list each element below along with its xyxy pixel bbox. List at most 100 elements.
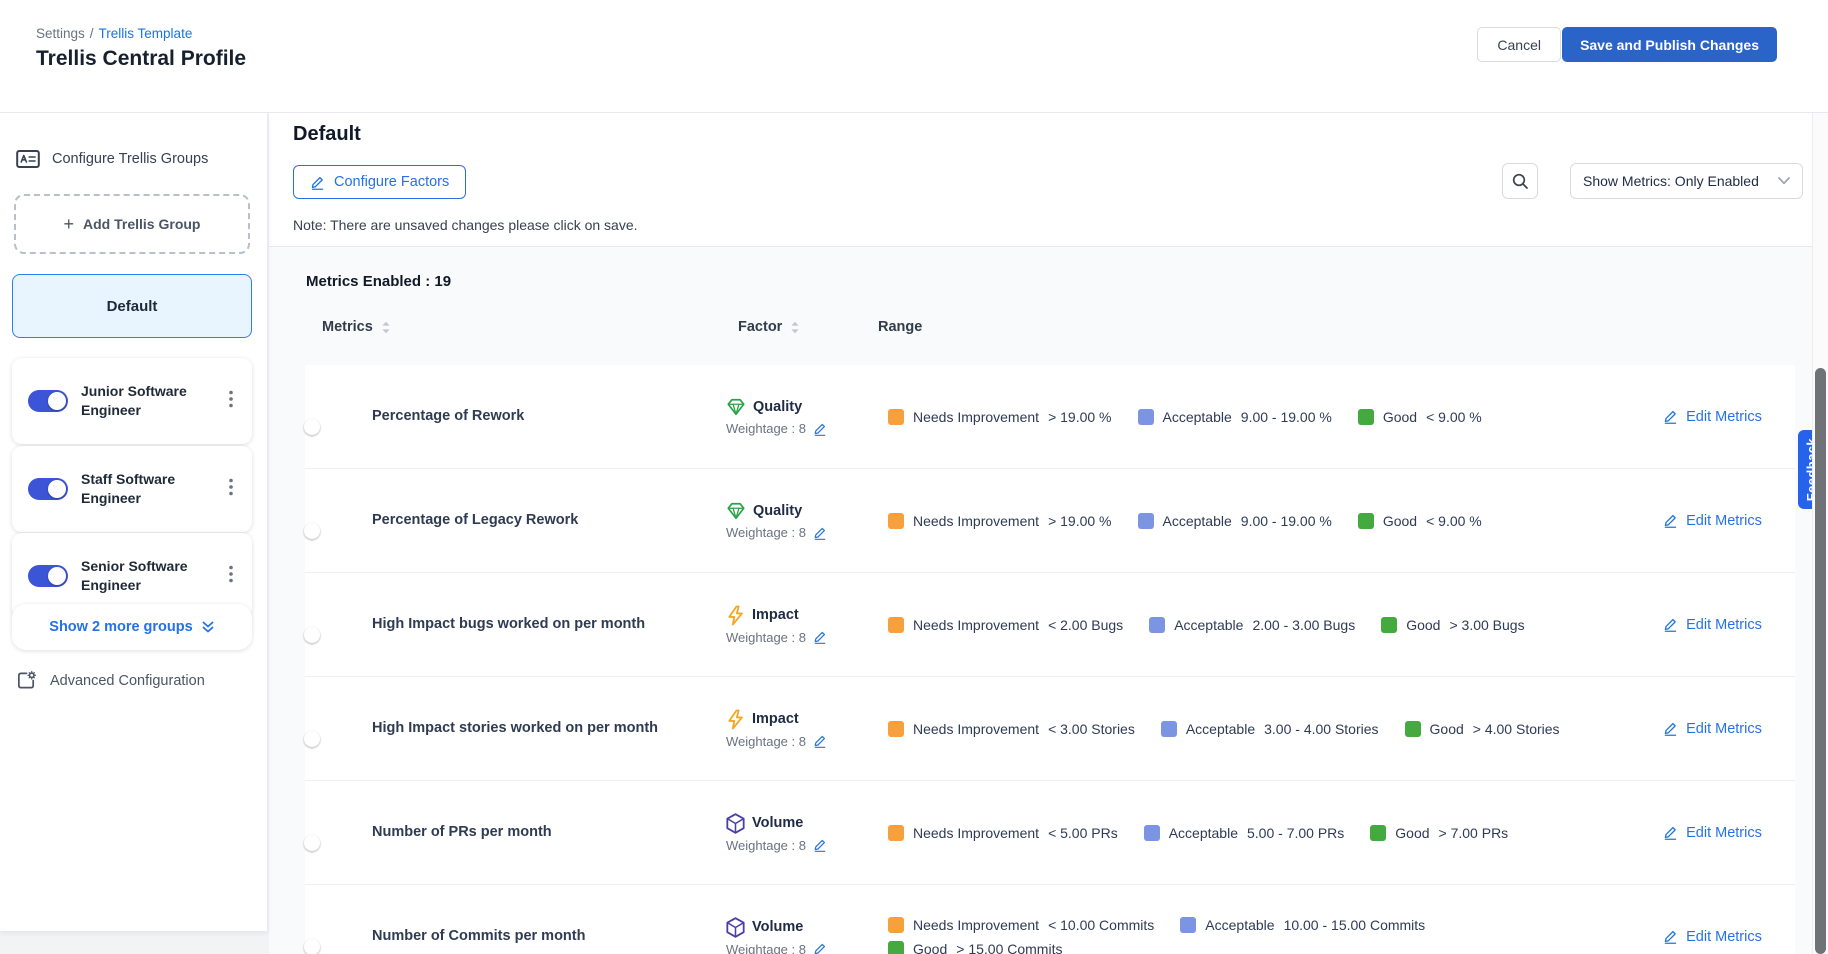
weightage-label: Weightage : 8 bbox=[726, 421, 806, 436]
table-row: Number of Commits per month Volume Weigh… bbox=[305, 885, 1795, 954]
edit-metrics-cell: Edit Metrics bbox=[1630, 929, 1795, 945]
range-level: Acceptable bbox=[1163, 409, 1232, 425]
range-color-swatch bbox=[1381, 617, 1397, 633]
edit-weightage-icon[interactable] bbox=[813, 422, 827, 436]
edit-pencil-icon bbox=[310, 175, 325, 190]
group-toggle[interactable] bbox=[28, 565, 68, 587]
metric-name: High Impact stories worked on per month bbox=[372, 719, 726, 739]
edit-metrics-button[interactable]: Edit Metrics bbox=[1663, 409, 1762, 425]
range-level: Good bbox=[1406, 617, 1440, 633]
factor-name: Impact bbox=[752, 711, 799, 727]
edit-metrics-button[interactable]: Edit Metrics bbox=[1663, 721, 1762, 737]
impact-icon bbox=[726, 605, 745, 626]
edit-metrics-cell: Edit Metrics bbox=[1630, 617, 1795, 633]
range-level: Needs Improvement bbox=[913, 617, 1039, 633]
range-value: < 2.00 Bugs bbox=[1048, 617, 1123, 633]
edit-pencil-icon bbox=[1663, 721, 1678, 736]
range-list: Needs Improvement > 19.00 % Acceptable 9… bbox=[888, 409, 1630, 425]
double-chevron-down-icon bbox=[201, 620, 215, 634]
cancel-button[interactable]: Cancel bbox=[1477, 27, 1561, 62]
metrics-rows: Percentage of Rework Quality Weightage :… bbox=[305, 365, 1795, 954]
add-trellis-group-button[interactable]: + Add Trellis Group bbox=[14, 194, 250, 254]
show-metrics-dropdown-value: Show Metrics: Only Enabled bbox=[1583, 173, 1770, 189]
save-button-label: Save and Publish Changes bbox=[1580, 37, 1759, 53]
edit-metrics-button[interactable]: Edit Metrics bbox=[1663, 617, 1762, 633]
range-color-swatch bbox=[888, 825, 904, 841]
configure-factors-button[interactable]: Configure Factors bbox=[293, 165, 466, 199]
range-value: < 3.00 Stories bbox=[1048, 721, 1135, 737]
sidebar-item-default[interactable]: Default bbox=[12, 274, 252, 338]
range-level: Acceptable bbox=[1205, 917, 1274, 933]
factor-cell: Volume Weightage : 8 bbox=[726, 917, 888, 954]
impact-icon bbox=[726, 709, 745, 730]
table-row: High Impact bugs worked on per month Imp… bbox=[305, 573, 1795, 677]
range-color-swatch bbox=[888, 409, 904, 425]
range-value: < 9.00 % bbox=[1426, 513, 1482, 529]
group-label: Staff Software Engineer bbox=[81, 470, 209, 508]
edit-metrics-cell: Edit Metrics bbox=[1630, 409, 1795, 425]
breadcrumb-separator: / bbox=[90, 26, 94, 41]
range-item: Needs Improvement < 2.00 Bugs bbox=[888, 617, 1123, 633]
range-color-swatch bbox=[1180, 917, 1196, 933]
edit-weightage-icon[interactable] bbox=[813, 838, 827, 852]
range-color-swatch bbox=[1358, 409, 1374, 425]
search-icon bbox=[1511, 172, 1529, 190]
trellis-central-profile-page: Settings/Trellis Template Trellis Centra… bbox=[0, 0, 1828, 954]
save-and-publish-button[interactable]: Save and Publish Changes bbox=[1562, 27, 1777, 62]
range-color-swatch bbox=[1138, 513, 1154, 529]
range-item: Good < 9.00 % bbox=[1358, 513, 1482, 529]
sidebar-item-staff-software-engineer[interactable]: Staff Software Engineer bbox=[12, 446, 252, 532]
edit-weightage-icon[interactable] bbox=[813, 526, 827, 540]
column-header-factor[interactable]: Factor bbox=[738, 319, 800, 335]
kebab-menu-icon[interactable] bbox=[222, 565, 240, 588]
range-color-swatch bbox=[1138, 409, 1154, 425]
group-toggle[interactable] bbox=[28, 390, 68, 412]
cancel-button-label: Cancel bbox=[1497, 37, 1541, 53]
range-item: Needs Improvement < 3.00 Stories bbox=[888, 721, 1135, 737]
default-group-label: Default bbox=[107, 298, 158, 315]
edit-pencil-icon bbox=[1663, 825, 1678, 840]
edit-weightage-icon[interactable] bbox=[813, 942, 827, 954]
configure-factors-label: Configure Factors bbox=[334, 174, 449, 190]
group-toggle[interactable] bbox=[28, 478, 68, 500]
show-more-groups-label: Show 2 more groups bbox=[49, 619, 192, 635]
kebab-menu-icon[interactable] bbox=[222, 478, 240, 501]
sidebar-item-junior-software-engineer[interactable]: Junior Software Engineer bbox=[12, 358, 252, 444]
weightage-label: Weightage : 8 bbox=[726, 630, 806, 645]
show-metrics-dropdown[interactable]: Show Metrics: Only Enabled bbox=[1570, 163, 1803, 199]
range-level: Good bbox=[1430, 721, 1464, 737]
kebab-menu-icon[interactable] bbox=[222, 390, 240, 413]
factor-cell: Impact Weightage : 8 bbox=[726, 709, 888, 749]
range-item: Acceptable 9.00 - 19.00 % bbox=[1138, 409, 1332, 425]
edit-metrics-button[interactable]: Edit Metrics bbox=[1663, 825, 1762, 841]
range-item: Needs Improvement < 10.00 Commits bbox=[888, 917, 1154, 933]
range-item: Needs Improvement > 19.00 % bbox=[888, 513, 1112, 529]
edit-pencil-icon bbox=[1663, 513, 1678, 528]
metric-name: Number of Commits per month bbox=[372, 927, 726, 947]
range-item: Acceptable 10.00 - 15.00 Commits bbox=[1180, 917, 1425, 933]
breadcrumb-trellis-template[interactable]: Trellis Template bbox=[99, 26, 193, 41]
column-header-metrics[interactable]: Metrics bbox=[322, 319, 391, 335]
show-more-groups-button[interactable]: Show 2 more groups bbox=[12, 604, 252, 650]
edit-weightage-icon[interactable] bbox=[813, 734, 827, 748]
id-card-icon bbox=[16, 149, 40, 169]
range-color-swatch bbox=[888, 917, 904, 933]
range-level: Needs Improvement bbox=[913, 825, 1039, 841]
factor-name: Quality bbox=[753, 503, 802, 519]
search-button[interactable] bbox=[1502, 163, 1538, 199]
edit-metrics-button[interactable]: Edit Metrics bbox=[1663, 513, 1762, 529]
edit-weightage-icon[interactable] bbox=[813, 630, 827, 644]
scrollbar-thumb[interactable] bbox=[1815, 368, 1826, 954]
advanced-configuration-button[interactable]: Advanced Configuration bbox=[16, 670, 205, 691]
breadcrumb: Settings / Trellis Template bbox=[36, 26, 192, 41]
sort-icon bbox=[790, 321, 800, 334]
metrics-enabled-count: Metrics Enabled : 19 bbox=[306, 273, 451, 290]
breadcrumb-settings[interactable]: Settings bbox=[36, 26, 85, 41]
column-header-metrics-label: Metrics bbox=[322, 319, 373, 335]
range-color-swatch bbox=[1370, 825, 1386, 841]
range-color-swatch bbox=[1405, 721, 1421, 737]
range-value: < 5.00 PRs bbox=[1048, 825, 1118, 841]
range-item: Acceptable 5.00 - 7.00 PRs bbox=[1144, 825, 1345, 841]
edit-metrics-button[interactable]: Edit Metrics bbox=[1663, 929, 1762, 945]
range-item: Acceptable 3.00 - 4.00 Stories bbox=[1161, 721, 1379, 737]
